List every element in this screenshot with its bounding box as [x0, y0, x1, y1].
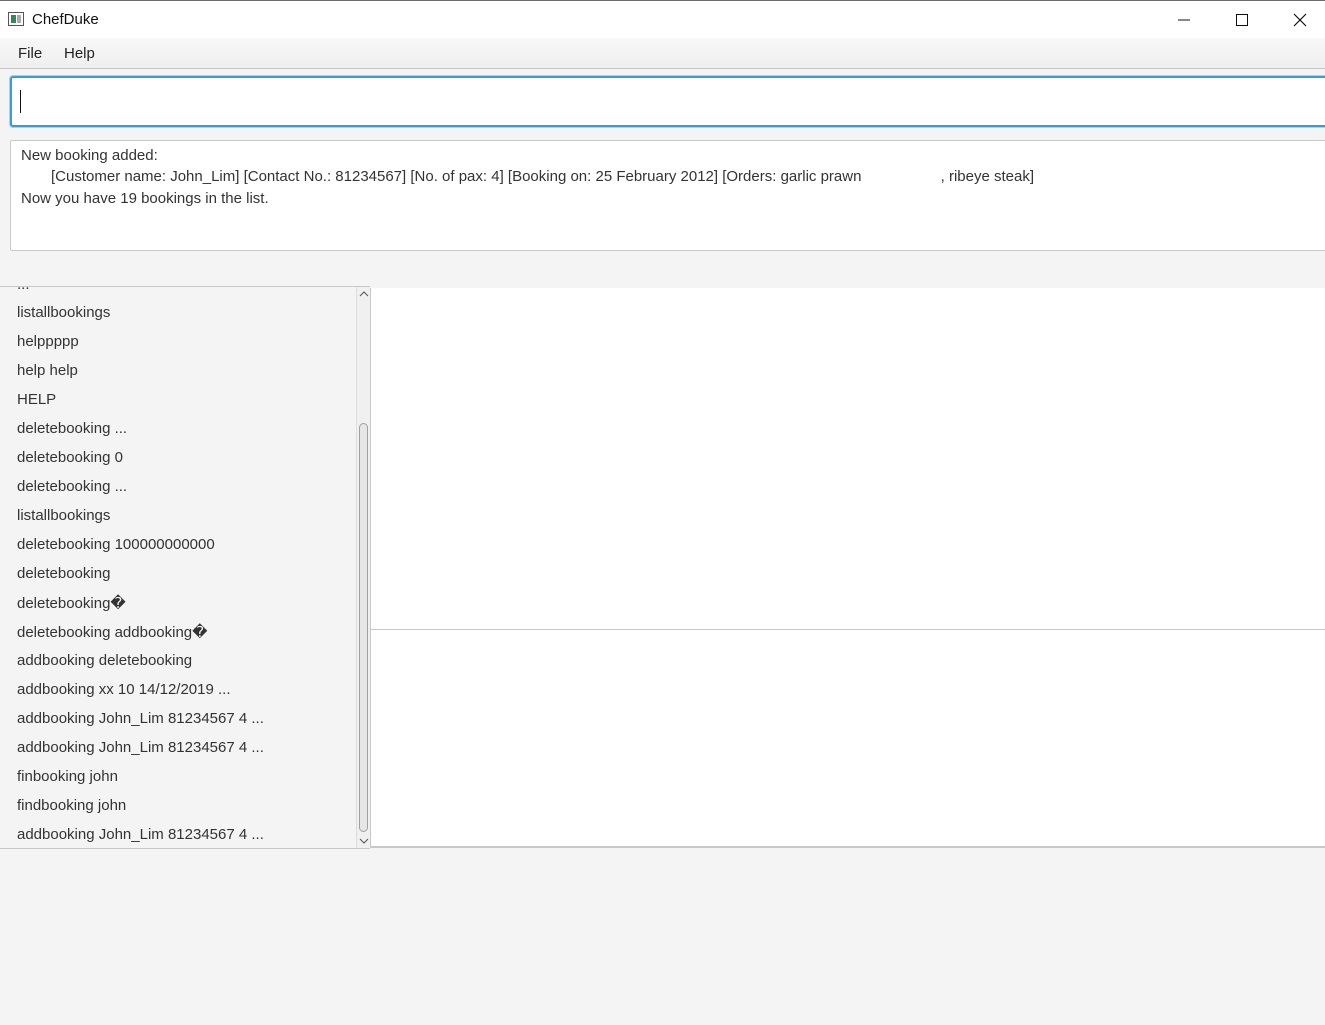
- list-item[interactable]: addbooking deletebooking: [17, 652, 192, 669]
- app-icon: [8, 12, 24, 26]
- scrollbar-thumb[interactable]: [359, 423, 368, 832]
- list-item[interactable]: addbooking John_Lim 81234567 4 ...: [17, 826, 264, 843]
- result-line: [Customer name: John_Lim] [Contact No.: …: [51, 168, 1034, 185]
- maximize-button[interactable]: [1213, 1, 1271, 38]
- list-item[interactable]: helppppp: [17, 333, 79, 350]
- list-item[interactable]: addbooking xx 10 14/12/2019 ...: [17, 681, 231, 698]
- window-title: ChefDuke: [32, 11, 99, 28]
- command-input[interactable]: [10, 76, 1325, 127]
- result-line: Now you have 19 bookings in the list.: [21, 190, 269, 207]
- command-history-list[interactable]: ... listallbookings helppppp help help HELP…: [0, 287, 356, 848]
- minimize-button[interactable]: [1155, 1, 1213, 38]
- list-item[interactable]: HELP: [17, 391, 56, 408]
- list-item[interactable]: listallbookings: [17, 304, 110, 321]
- command-history-panel: ... listallbookings helppppp help help HELP…: [0, 286, 370, 849]
- history-scrollbar[interactable]: [356, 287, 370, 848]
- list-item[interactable]: finbooking john: [17, 768, 118, 785]
- list-item[interactable]: deletebooking addbooking�: [17, 623, 208, 641]
- list-item[interactable]: help help: [17, 362, 78, 379]
- menu-help[interactable]: Help: [64, 45, 95, 62]
- close-icon: [1293, 13, 1307, 27]
- list-item[interactable]: deletebooking�: [17, 594, 126, 612]
- list-item[interactable]: addbooking John_Lim 81234567 4 ...: [17, 710, 264, 727]
- list-item[interactable]: findbooking john: [17, 797, 126, 814]
- text-caret: [20, 90, 21, 113]
- list-item[interactable]: deletebooking ...: [17, 478, 127, 495]
- maximize-icon: [1236, 14, 1248, 26]
- panel-border: [370, 846, 1325, 848]
- scroll-up-icon[interactable]: [359, 289, 369, 299]
- menu-bar: File Help: [0, 38, 1325, 69]
- list-item[interactable]: addbooking John_Lim 81234567 4 ...: [17, 739, 264, 756]
- result-display: New booking added: [Customer name: John_…: [10, 140, 1325, 251]
- close-button[interactable]: [1271, 1, 1325, 38]
- list-item[interactable]: ...: [17, 287, 30, 293]
- minimize-icon: [1178, 19, 1190, 21]
- list-item[interactable]: deletebooking: [17, 565, 110, 582]
- scroll-down-icon[interactable]: [359, 836, 369, 846]
- booking-detail-panel: [370, 288, 1325, 629]
- list-item[interactable]: deletebooking ...: [17, 420, 127, 437]
- result-line: New booking added:: [21, 147, 158, 164]
- title-bar: ChefDuke: [0, 0, 1325, 38]
- order-detail-panel: [370, 630, 1325, 847]
- list-item[interactable]: deletebooking 100000000000: [17, 536, 215, 553]
- menu-file[interactable]: File: [18, 45, 42, 62]
- list-item[interactable]: listallbookings: [17, 507, 110, 524]
- list-item[interactable]: deletebooking 0: [17, 449, 123, 466]
